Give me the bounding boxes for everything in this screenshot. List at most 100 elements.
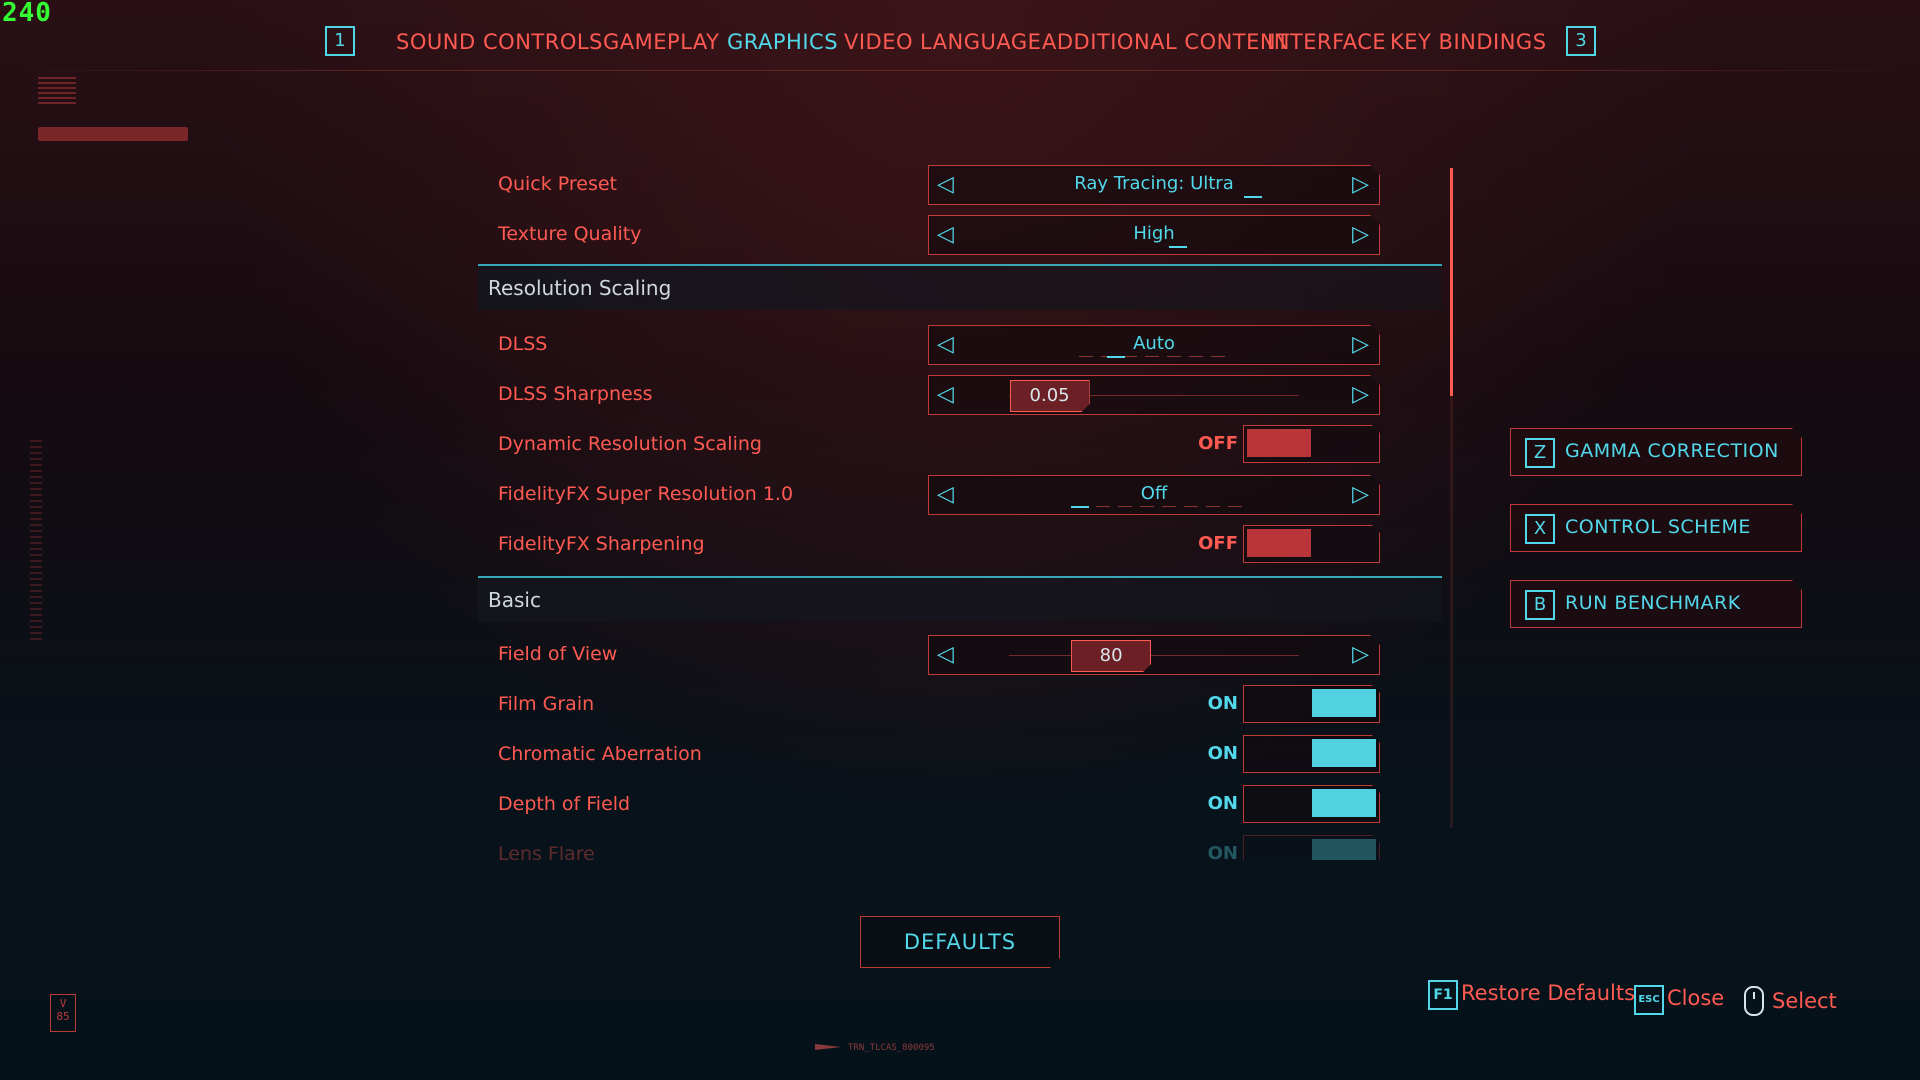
close-hint[interactable]: Close xyxy=(1667,986,1724,1010)
select-hint[interactable]: Select xyxy=(1772,989,1837,1013)
depth-of-field-toggle[interactable] xyxy=(1243,785,1380,823)
tab-sound[interactable]: SOUND xyxy=(396,30,476,54)
selector-option-dashes xyxy=(1074,506,1244,507)
decorative-flag-icon xyxy=(38,74,76,104)
setting-row-dlss[interactable]: DLSS ◁ Auto ▷ xyxy=(478,320,1442,370)
arrow-right-icon[interactable]: ▷ xyxy=(1352,172,1369,197)
setting-row-chromatic-aberration[interactable]: Chromatic Aberration ON xyxy=(478,730,1442,780)
tab-key-bindings[interactable]: KEY BINDINGS xyxy=(1390,30,1547,54)
tab-language[interactable]: LANGUAGE xyxy=(920,30,1041,54)
texture-quality-selector[interactable]: ◁ High ▷ xyxy=(928,215,1380,255)
fidelityfx-sharpening-toggle[interactable] xyxy=(1243,525,1380,563)
key-hint: X xyxy=(1525,514,1555,544)
setting-label: Texture Quality xyxy=(498,223,642,245)
setting-label: Chromatic Aberration xyxy=(498,743,702,765)
dlss-selector[interactable]: ◁ Auto ▷ xyxy=(928,325,1380,365)
chromatic-aberration-toggle[interactable] xyxy=(1243,735,1380,773)
setting-row-field-of-view[interactable]: Field of View ◁ 80 ▷ xyxy=(478,630,1442,680)
arrow-left-icon[interactable]: ◁ xyxy=(937,382,954,407)
tab-video[interactable]: VIDEO xyxy=(844,30,913,54)
restore-defaults-hint[interactable]: Restore Defaults xyxy=(1461,981,1635,1005)
setting-label: Lens Flare xyxy=(498,843,595,860)
esc-key-icon[interactable]: ESC xyxy=(1634,985,1664,1015)
defaults-button[interactable]: DEFAULTS xyxy=(860,916,1060,968)
section-title: Resolution Scaling xyxy=(488,276,672,300)
tab-controls[interactable]: CONTROLS xyxy=(483,30,603,54)
setting-row-depth-of-field[interactable]: Depth of Field ON xyxy=(478,780,1442,830)
footer-code: TRN_TLCAS_800095 xyxy=(848,1043,935,1053)
tab-interface[interactable]: INTERFACE xyxy=(1267,30,1386,54)
selector-value: Ray Tracing: Ultra xyxy=(1074,173,1234,194)
field-of-view-slider[interactable]: ◁ 80 ▷ xyxy=(928,635,1380,675)
arrow-right-icon[interactable]: ▷ xyxy=(1352,482,1369,507)
dlss-sharpness-slider[interactable]: ◁ 0.05 ▷ xyxy=(928,375,1380,415)
button-label: GAMMA CORRECTION xyxy=(1565,440,1779,462)
toggle-fill xyxy=(1312,789,1376,817)
film-grain-toggle[interactable] xyxy=(1243,685,1380,723)
arrow-right-icon[interactable]: ▷ xyxy=(1352,332,1369,357)
fsr-selector[interactable]: ◁ Off ▷ xyxy=(928,475,1380,515)
setting-row-texture-quality[interactable]: Texture Quality ◁ High ▷ xyxy=(478,210,1442,260)
setting-label: DLSS Sharpness xyxy=(498,383,653,405)
slider-handle[interactable]: 0.05 xyxy=(1010,380,1090,412)
setting-label: FidelityFX Sharpening xyxy=(498,533,705,555)
setting-row-fsr[interactable]: FidelityFX Super Resolution 1.0 ◁ Off ▷ xyxy=(478,470,1442,520)
control-scheme-button[interactable]: X CONTROL SCHEME xyxy=(1510,504,1802,552)
prev-tab-key-hint[interactable]: 1 xyxy=(325,26,355,56)
button-label: CONTROL SCHEME xyxy=(1565,516,1751,538)
dynamic-resolution-toggle[interactable] xyxy=(1243,425,1380,463)
setting-row-lens-flare[interactable]: Lens Flare ON xyxy=(478,830,1442,860)
setting-label: Field of View xyxy=(498,643,618,665)
next-tab-key-hint[interactable]: 3 xyxy=(1566,26,1596,56)
toggle-state-text: ON xyxy=(1207,693,1238,714)
toggle-state-text: OFF xyxy=(1198,433,1238,454)
button-label: RUN BENCHMARK xyxy=(1565,592,1741,614)
setting-label: Quick Preset xyxy=(498,173,618,195)
setting-row-fidelityfx-sharpening[interactable]: FidelityFX Sharpening OFF xyxy=(478,520,1442,570)
toggle-fill xyxy=(1312,689,1376,717)
toggle-state-text: ON xyxy=(1207,793,1238,814)
quick-preset-selector[interactable]: ◁ Ray Tracing: Ultra ▷ xyxy=(928,165,1380,205)
selector-position-mark xyxy=(1244,196,1262,198)
selector-value: Auto xyxy=(1133,333,1175,354)
setting-row-dynamic-resolution[interactable]: Dynamic Resolution Scaling OFF xyxy=(478,420,1442,470)
selector-position-mark xyxy=(1169,246,1187,248)
scrollbar-thumb[interactable] xyxy=(1450,168,1453,396)
setting-label: Depth of Field xyxy=(498,793,631,815)
setting-label: DLSS xyxy=(498,333,548,355)
lens-flare-toggle[interactable] xyxy=(1243,835,1380,860)
setting-label: FidelityFX Super Resolution 1.0 xyxy=(498,483,794,505)
graphics-settings-panel: Quick Preset ◁ Ray Tracing: Ultra ▷ Text… xyxy=(478,160,1442,860)
arrow-right-icon[interactable]: ▷ xyxy=(1352,382,1369,407)
toggle-fill xyxy=(1312,739,1376,767)
gamma-correction-button[interactable]: Z GAMMA CORRECTION xyxy=(1510,428,1802,476)
selector-option-dashes xyxy=(1079,356,1229,357)
footer-arrow-icon xyxy=(815,1044,841,1050)
arrow-right-icon[interactable]: ▷ xyxy=(1352,642,1369,667)
arrow-left-icon[interactable]: ◁ xyxy=(937,642,954,667)
f1-key-icon[interactable]: F1 xyxy=(1428,980,1458,1010)
selector-position-mark xyxy=(1071,506,1089,508)
nav-divider xyxy=(0,70,1920,71)
decorative-status-bar xyxy=(38,127,188,141)
version-badge: V 85 xyxy=(50,994,76,1032)
setting-row-quick-preset[interactable]: Quick Preset ◁ Ray Tracing: Ultra ▷ xyxy=(478,160,1442,210)
selector-value: Off xyxy=(1140,483,1168,504)
run-benchmark-button[interactable]: B RUN BENCHMARK xyxy=(1510,580,1802,628)
selector-value: High xyxy=(1133,223,1175,244)
tab-graphics[interactable]: GRAPHICS xyxy=(727,30,838,54)
arrow-right-icon[interactable]: ▷ xyxy=(1352,222,1369,247)
toggle-state-text: ON xyxy=(1207,843,1238,860)
key-hint: B xyxy=(1525,590,1555,620)
tab-additional-content[interactable]: ADDITIONAL CONTENT xyxy=(1042,30,1289,54)
toggle-fill xyxy=(1247,529,1311,557)
slider-handle[interactable]: 80 xyxy=(1071,640,1151,672)
section-title: Basic xyxy=(488,588,541,612)
tab-gameplay[interactable]: GAMEPLAY xyxy=(603,30,719,54)
decorative-side-strip xyxy=(30,440,42,640)
setting-label: Dynamic Resolution Scaling xyxy=(498,433,762,455)
toggle-state-text: OFF xyxy=(1198,533,1238,554)
setting-row-dlss-sharpness[interactable]: DLSS Sharpness ◁ 0.05 ▷ xyxy=(478,370,1442,420)
setting-row-film-grain[interactable]: Film Grain ON xyxy=(478,680,1442,730)
selector-position-mark xyxy=(1107,356,1125,358)
